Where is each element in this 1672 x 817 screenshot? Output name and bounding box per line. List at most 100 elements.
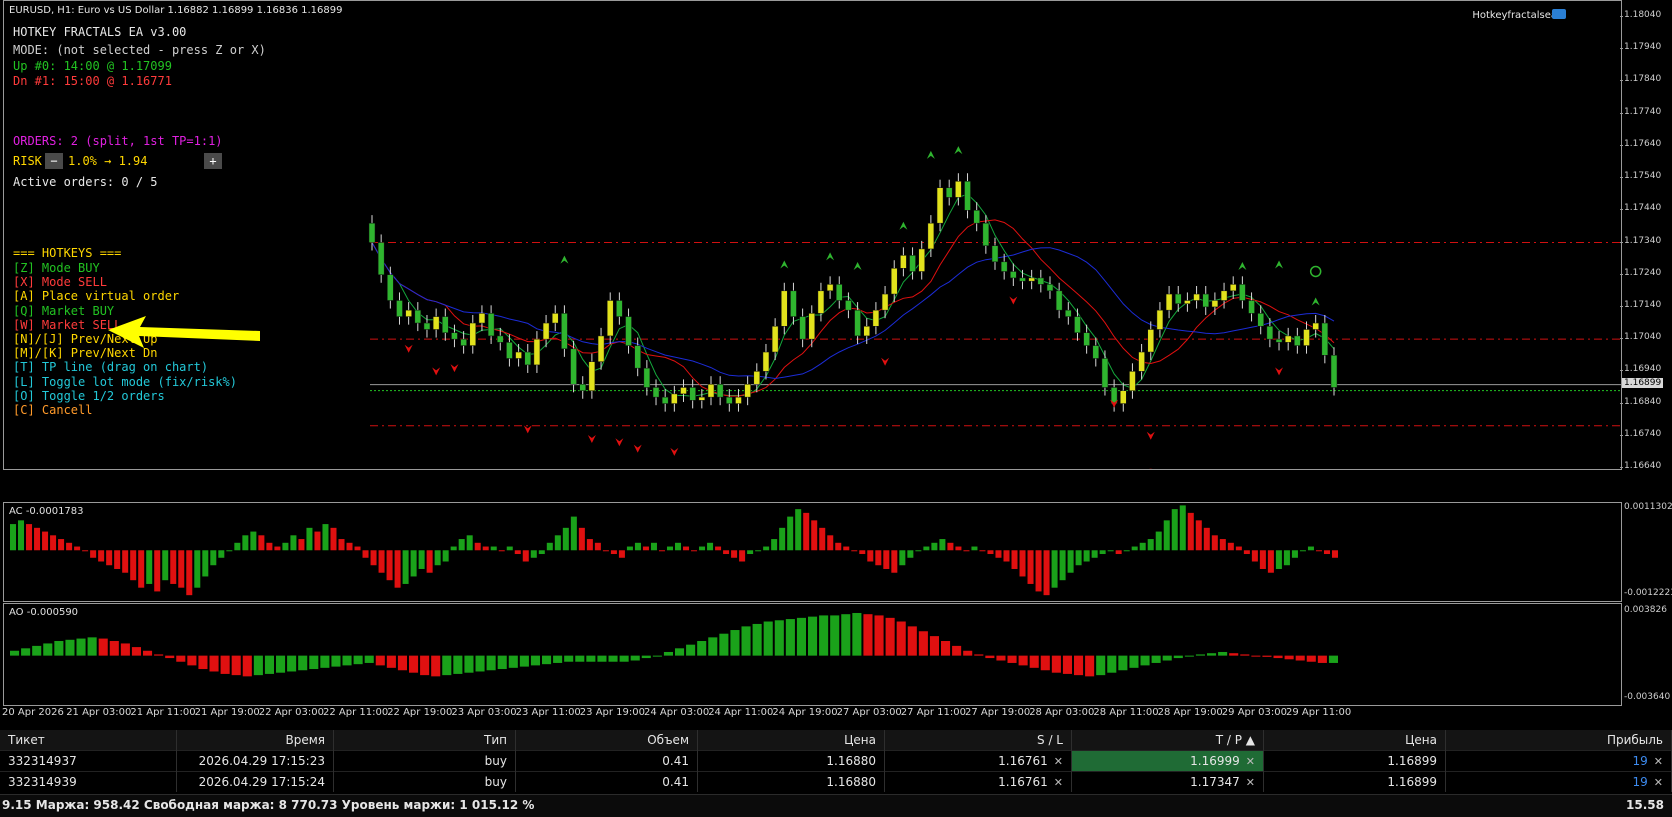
candle-body: [469, 322, 477, 346]
histogram-bar: [165, 655, 175, 659]
candle-body: [432, 316, 440, 330]
remove-sl-icon[interactable]: ✕: [1054, 755, 1063, 768]
histogram-bar: [819, 615, 829, 656]
down-fractal-arrow: [587, 435, 596, 444]
histogram-bar: [530, 550, 537, 558]
time-label: 20 Apr 2026: [2, 707, 64, 718]
candle-body: [744, 383, 751, 398]
histogram-bar: [538, 550, 545, 555]
price-cell: 1.16880: [697, 750, 885, 772]
histogram-bar: [779, 527, 786, 551]
col-time[interactable]: Время: [176, 730, 334, 751]
histogram-bar: [1007, 655, 1017, 663]
histogram-bar: [1235, 546, 1242, 551]
histogram-bar: [675, 648, 685, 656]
candle-body: [927, 222, 935, 250]
candle-body: [423, 322, 431, 330]
histogram-bar: [453, 655, 463, 674]
price-tick-label: 1.17640: [1624, 138, 1662, 149]
histogram-bar: [570, 516, 577, 551]
histogram-bar: [771, 539, 778, 551]
main-chart[interactable]: EURUSD, H1: Euro vs US Dollar 1.16882 1.…: [3, 0, 1622, 470]
col-ticket[interactable]: Тикет: [0, 730, 177, 751]
col-price[interactable]: Цена: [697, 730, 885, 751]
histogram-bar: [176, 655, 186, 662]
profit-cell[interactable]: 19 ✕: [1445, 750, 1672, 772]
histogram-bar: [109, 641, 119, 656]
close-order-icon[interactable]: ✕: [1654, 755, 1663, 768]
table-row[interactable]: 332314937 2026.04.29 17:15:23 buy 0.41 1…: [0, 750, 1672, 772]
ac-label: AC -0.0001783: [9, 506, 84, 517]
histogram-bar: [309, 655, 319, 670]
time-label: 22 Apr 11:00: [323, 707, 389, 718]
histogram-bar: [663, 651, 673, 656]
sl-cell[interactable]: 1.16761 ✕: [884, 750, 1072, 772]
remove-sl-icon[interactable]: ✕: [1054, 776, 1063, 789]
histogram-bar: [683, 546, 690, 551]
col-type[interactable]: Тип: [333, 730, 516, 751]
remove-tp-icon[interactable]: ✕: [1246, 776, 1255, 789]
candle-body: [1239, 284, 1246, 301]
histogram-bar: [21, 648, 31, 656]
histogram-bar: [923, 546, 930, 551]
histogram-bar: [242, 655, 252, 677]
candle-body: [487, 313, 495, 337]
tp-cell[interactable]: 1.16999 ✕: [1071, 750, 1264, 772]
histogram-bar: [731, 550, 738, 558]
col-volume[interactable]: Объем: [515, 730, 698, 751]
time-label: 27 Apr 19:00: [965, 707, 1031, 718]
sl-cell[interactable]: 1.16761 ✕: [884, 771, 1072, 792]
histogram-bar: [508, 655, 518, 668]
price-chart-canvas[interactable]: [4, 1, 1621, 469]
risk-decrease-button[interactable]: −: [45, 153, 63, 169]
candle-body: [753, 371, 761, 385]
hotkey-item: [Z] Mode BUY: [13, 261, 100, 275]
candle-body: [551, 313, 559, 324]
col-sl[interactable]: S / L: [884, 730, 1072, 751]
down-fractal-arrow: [450, 364, 459, 373]
col-current-price[interactable]: Цена: [1263, 730, 1446, 751]
col-tp[interactable]: T / P ▲: [1071, 730, 1264, 751]
candle-body: [579, 383, 586, 391]
histogram-bar: [1129, 655, 1139, 668]
histogram-bar: [490, 546, 497, 551]
histogram-bar: [1219, 539, 1226, 551]
time-label: 23 Apr 11:00: [515, 707, 581, 718]
ma-green-line: [371, 193, 1335, 397]
histogram-bar: [1140, 655, 1150, 666]
table-row[interactable]: 332314939 2026.04.29 17:15:24 buy 0.41 1…: [0, 771, 1672, 792]
histogram-bar: [54, 641, 64, 656]
col-profit[interactable]: Прибыль: [1445, 730, 1672, 751]
histogram-bar: [1074, 655, 1084, 676]
histogram-bar: [752, 623, 762, 656]
histogram-bar: [1040, 655, 1050, 671]
remove-tp-icon[interactable]: ✕: [1246, 755, 1255, 768]
histogram-bar: [290, 535, 297, 551]
histogram-bar: [1147, 539, 1154, 551]
indicator-title: Hotkeyfractalsea: [1472, 10, 1557, 21]
ao-panel[interactable]: AO -0.000590: [3, 603, 1622, 706]
dn-fractal-info: Dn #1: 15:00 @ 1.16771: [13, 74, 172, 88]
up-fractal-arrow: [826, 252, 835, 261]
histogram-bar: [386, 550, 393, 581]
risk-increase-button[interactable]: +: [204, 153, 222, 169]
histogram-bar: [209, 655, 219, 672]
candle-body: [918, 248, 925, 272]
histogram-bar: [530, 655, 540, 666]
histogram-bar: [65, 639, 75, 656]
price-scale: 1.18040 1.17940 1.17840 1.17740 1.17640 1.175…: [1620, 0, 1672, 471]
profit-cell[interactable]: 19 ✕: [1445, 771, 1672, 792]
ac-panel[interactable]: AC -0.0001783: [3, 502, 1622, 602]
histogram-bar: [298, 655, 308, 671]
histogram-bar: [808, 616, 818, 656]
candle-body: [1055, 290, 1063, 311]
candle-body: [542, 322, 550, 340]
histogram-bar: [1267, 550, 1274, 573]
histogram-bar: [1251, 550, 1258, 562]
histogram-bar: [634, 542, 641, 551]
candle-body: [955, 181, 962, 198]
close-order-icon[interactable]: ✕: [1654, 776, 1663, 789]
histogram-bar: [1307, 546, 1314, 551]
histogram-bar: [162, 550, 169, 581]
tp-cell[interactable]: 1.17347 ✕: [1071, 771, 1264, 792]
